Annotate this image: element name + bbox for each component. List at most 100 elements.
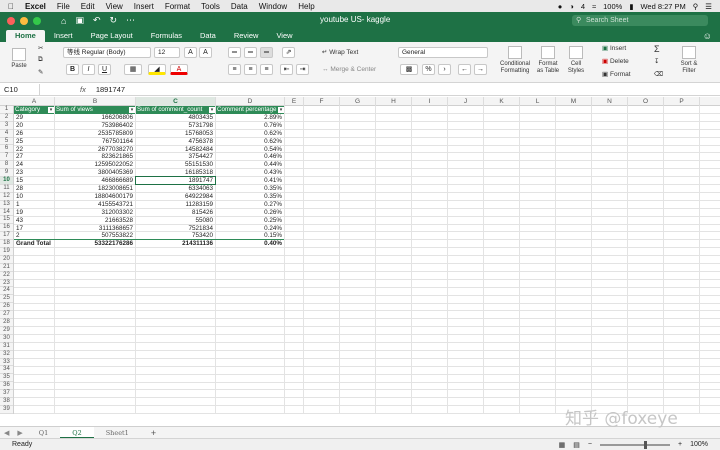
column-header-d[interactable]: D: [216, 97, 285, 106]
zoom-out-icon[interactable]: −: [588, 441, 592, 448]
table-cell[interactable]: 5731798: [138, 122, 213, 130]
font-color-icon[interactable]: A: [170, 64, 188, 75]
sheet-tab-sheet1[interactable]: Sheet1: [94, 427, 141, 439]
menu-file[interactable]: File: [57, 2, 70, 11]
fill-icon[interactable]: ↧: [654, 57, 659, 65]
row-header[interactable]: 29: [0, 327, 13, 335]
menu-tools[interactable]: Tools: [201, 2, 220, 11]
name-box[interactable]: C10: [0, 83, 40, 95]
table-cell[interactable]: 12595022052: [57, 161, 133, 169]
redo-icon[interactable]: ↻: [110, 15, 118, 26]
table-cell[interactable]: 27: [16, 153, 52, 161]
more-icon[interactable]: ⋯: [126, 15, 135, 26]
fx-icon[interactable]: fx: [80, 85, 86, 94]
column-header-e[interactable]: E: [285, 97, 304, 106]
menu-window[interactable]: Window: [259, 2, 287, 11]
table-cell[interactable]: 26: [16, 130, 52, 138]
battery-icon[interactable]: ▮: [629, 2, 633, 11]
pivot-header-cell[interactable]: Comment percentage ▾: [216, 106, 284, 114]
search-icon[interactable]: ⚲: [693, 2, 699, 11]
filter-dropdown-icon[interactable]: ▾: [48, 107, 54, 113]
percent-button[interactable]: %: [422, 64, 435, 75]
table-cell[interactable]: 1: [16, 201, 52, 209]
format-as-table-button[interactable]: Format as Table: [534, 46, 562, 75]
tab-view[interactable]: View: [267, 30, 301, 42]
close-window-icon[interactable]: [7, 16, 15, 25]
table-cell[interactable]: 24: [16, 161, 52, 169]
autosum-icon[interactable]: Σ: [654, 44, 660, 54]
list-icon[interactable]: ☰: [705, 2, 712, 11]
column-header-a[interactable]: A: [14, 97, 55, 106]
wifi-icon[interactable]: ≈: [592, 2, 596, 11]
decrease-font-icon[interactable]: A: [199, 47, 212, 58]
cut-icon[interactable]: ✂: [38, 44, 43, 52]
table-cell[interactable]: 0.25%: [218, 217, 282, 225]
column-header-p[interactable]: P: [664, 97, 700, 106]
spreadsheet-grid[interactable]: ABCDEFGHIJKLMNOP 1 2 3 4 5 6 7 8 9 10 11 12 13 14 15 16…: [0, 97, 720, 426]
row-header[interactable]: 5: [0, 138, 13, 146]
table-cell[interactable]: 0.46%: [218, 153, 282, 161]
table-cell[interactable]: 823621865: [57, 153, 133, 161]
table-cell[interactable]: 11283159: [138, 201, 213, 209]
sort-filter-button[interactable]: Sort & Filter: [676, 46, 702, 75]
column-header-c[interactable]: C: [136, 97, 216, 106]
column-header-b[interactable]: B: [55, 97, 136, 106]
table-cell[interactable]: 767501164: [57, 138, 133, 146]
row-header[interactable]: 7: [0, 153, 13, 162]
row-header[interactable]: 4: [0, 130, 13, 138]
format-painter-icon[interactable]: ✎: [38, 68, 43, 76]
table-cell[interactable]: 214311136: [138, 240, 213, 248]
row-header[interactable]: 9: [0, 169, 13, 178]
menu-edit[interactable]: Edit: [81, 2, 95, 11]
table-cell[interactable]: 2535785809: [57, 130, 133, 138]
table-cell[interactable]: 10: [16, 193, 52, 201]
table-cell[interactable]: 0.40%: [218, 240, 282, 248]
bold-button[interactable]: B: [66, 64, 79, 75]
format-cells-button[interactable]: ▣ Format: [602, 70, 631, 78]
cell-area[interactable]: Category ▾ Sum of views ▾ Sum of comment_cou…: [14, 106, 720, 415]
add-sheet-icon[interactable]: +: [151, 428, 156, 438]
table-cell[interactable]: 23: [16, 169, 52, 177]
table-cell[interactable]: 2677038270: [57, 146, 133, 154]
table-cell[interactable]: 4756378: [138, 138, 213, 146]
row-header[interactable]: 2: [0, 114, 13, 122]
row-header[interactable]: 24: [0, 287, 13, 296]
tab-insert[interactable]: Insert: [45, 30, 82, 42]
fill-color-icon[interactable]: ◢: [148, 64, 166, 75]
underline-button[interactable]: U: [98, 64, 111, 75]
table-cell[interactable]: 19: [16, 209, 52, 217]
table-cell[interactable]: 3800405369: [57, 169, 133, 177]
font-size-select[interactable]: 12: [154, 47, 180, 58]
home-icon[interactable]: ⌂: [61, 16, 66, 26]
filter-dropdown-icon[interactable]: ▾: [129, 107, 135, 113]
align-right-icon[interactable]: ≡: [260, 64, 273, 75]
table-cell[interactable]: 25: [16, 138, 52, 146]
table-cell[interactable]: 0.62%: [218, 138, 282, 146]
sheet-tab-q1[interactable]: Q1: [27, 427, 60, 439]
zoom-slider-thumb[interactable]: [644, 440, 647, 449]
table-cell[interactable]: 0.62%: [218, 130, 282, 138]
row-header[interactable]: 16: [0, 224, 13, 233]
delete-cells-button[interactable]: ▣ Delete: [602, 57, 629, 65]
decrease-indent-icon[interactable]: ⇤: [280, 64, 293, 75]
table-cell[interactable]: 0.41%: [218, 177, 282, 185]
align-left-icon[interactable]: ≡: [228, 64, 241, 75]
borders-icon[interactable]: ▦: [124, 64, 142, 75]
row-header[interactable]: 10: [0, 177, 13, 185]
row-header[interactable]: 28: [0, 319, 13, 327]
row-header[interactable]: 13: [0, 201, 13, 209]
prev-sheet-icon[interactable]: ◀: [0, 429, 13, 437]
number-format-select[interactable]: General: [398, 47, 488, 58]
merge-center-button[interactable]: ↔ Merge & Center: [322, 66, 376, 73]
row-header[interactable]: 38: [0, 398, 13, 406]
minimize-window-icon[interactable]: [20, 16, 28, 25]
apple-icon[interactable]: : [8, 2, 14, 11]
comma-style-icon[interactable]: ›: [438, 64, 451, 75]
table-cell[interactable]: 0.43%: [218, 169, 282, 177]
table-cell[interactable]: 15: [16, 177, 52, 185]
row-header[interactable]: 20: [0, 256, 13, 264]
row-header[interactable]: 34: [0, 366, 13, 375]
page-layout-view-icon[interactable]: ▤: [573, 441, 580, 449]
copy-icon[interactable]: ⧉: [38, 56, 43, 64]
row-header[interactable]: 35: [0, 374, 13, 383]
